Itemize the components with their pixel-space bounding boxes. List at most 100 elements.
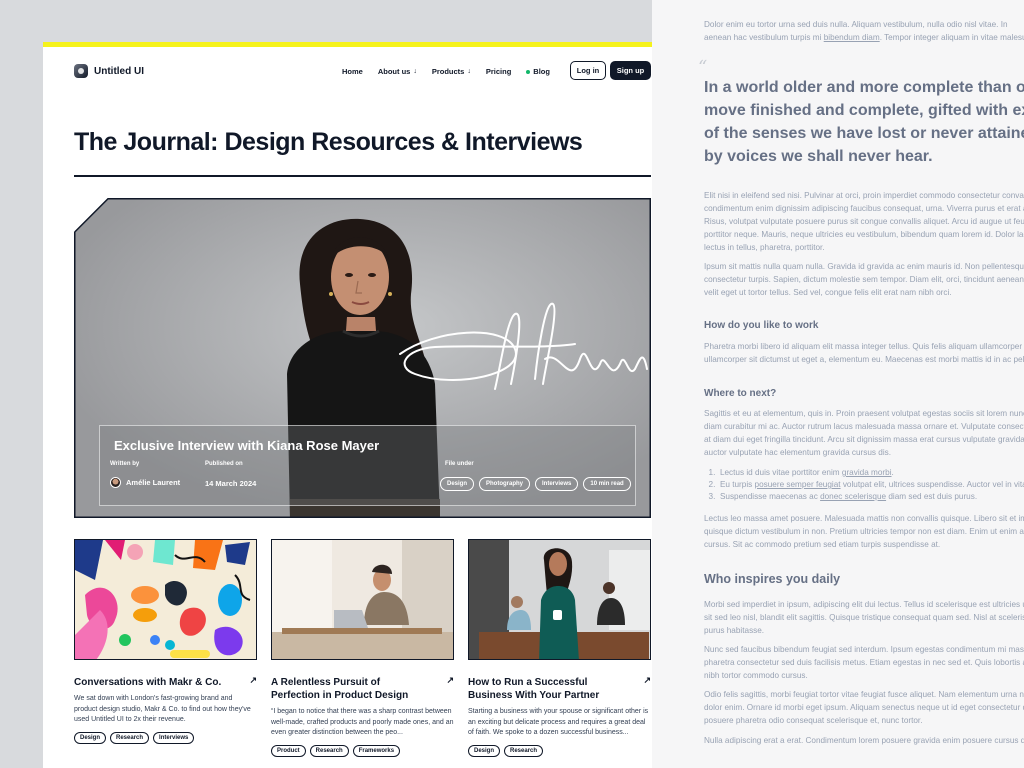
line: Odio felis sagittis, morbi feugiat torto… xyxy=(704,690,1024,699)
list-item: 1. Lectus id duis vitae porttitor enim g… xyxy=(704,468,894,477)
post-card[interactable]: How to Run a Successful Business With Yo… xyxy=(468,539,651,757)
line: sit sed leo nisl, blandit elit sagittis.… xyxy=(704,613,1024,622)
paragraph: Morbi sed imperdiet in ipsum, adipiscing… xyxy=(704,598,1024,637)
inline-link[interactable]: posuere semper feugiat xyxy=(755,480,841,489)
post-title[interactable]: A Relentless Pursuit of Perfection in Pr… xyxy=(271,676,431,702)
arrow-up-right-icon[interactable]: ↗ xyxy=(249,675,257,686)
nav-link-about[interactable]: About us ↓ xyxy=(378,67,417,76)
tag[interactable]: Interviews xyxy=(535,477,579,491)
post-thumbnail[interactable] xyxy=(74,539,257,660)
line: Morbi sed imperdiet in ipsum, adipiscing… xyxy=(704,600,1024,609)
section-heading: How do you like to work xyxy=(704,320,819,331)
intro-paragraph-line: Dolor enim eu tortor urna sed duis nulla… xyxy=(704,20,1008,29)
line: nibh tortor commodo cursus. xyxy=(704,671,808,680)
intro-paragraph-line: aenean hac vestibulum turpis mi bibendum… xyxy=(704,31,1024,44)
tag[interactable]: Interviews xyxy=(153,731,195,744)
post-title[interactable]: Conversations with Makr & Co. xyxy=(74,676,234,689)
chevron-down-icon: ↓ xyxy=(413,68,417,75)
inline-link[interactable]: donec scelerisque xyxy=(820,492,886,501)
post-title[interactable]: How to Run a Successful Business With Yo… xyxy=(468,676,628,702)
tag[interactable]: Design xyxy=(468,744,501,757)
tag[interactable]: Research xyxy=(309,744,349,757)
tag[interactable]: Design xyxy=(440,477,475,491)
tag[interactable]: Photography xyxy=(479,477,531,491)
signup-button[interactable]: Sign up xyxy=(610,61,651,80)
list-item: 3. Suspendisse maecenas ac donec sceleri… xyxy=(704,492,978,501)
line: dolor enim. Ornare id morbi eget ipsum. … xyxy=(704,703,1024,712)
post-tags: Product Research Frameworks xyxy=(271,744,454,757)
list-item: 2. Eu turpis posuere semper feugiat volu… xyxy=(704,479,1024,491)
line: consectetur turpis. Sapien, dictum moles… xyxy=(704,275,1024,284)
avatar xyxy=(110,477,121,488)
active-dot-icon xyxy=(526,69,531,74)
publish-date: 14 March 2024 xyxy=(205,479,257,488)
nav-link-blog[interactable]: Blog xyxy=(526,67,550,76)
text: Suspendisse maecenas ac xyxy=(719,492,821,501)
quote-line: by voices we shall never hear. xyxy=(704,148,933,165)
line: auctor vulputate hac elementum gravida c… xyxy=(704,448,892,457)
text: aenean hac vestibulum turpis mi xyxy=(704,33,824,42)
post-tags: Design Research Interviews xyxy=(74,731,257,744)
chevron-down-icon: ↓ xyxy=(467,68,471,75)
logo-icon xyxy=(74,64,88,78)
post-card[interactable]: A Relentless Pursuit of Perfection in Pr… xyxy=(271,539,454,757)
title-divider xyxy=(74,175,651,177)
paragraph: Nulla adipiscing erat a erat. Condimentu… xyxy=(704,734,1024,747)
inline-link[interactable]: bibendum diam xyxy=(824,33,880,42)
arrow-up-right-icon[interactable]: ↗ xyxy=(446,675,454,686)
nav-link-home[interactable]: Home xyxy=(342,67,363,76)
nav-link-pricing[interactable]: Pricing xyxy=(486,67,511,76)
line: Pharetra morbi libero id aliquam elit ma… xyxy=(704,342,1024,351)
line: Risus, volutpat vulputate posuere purus … xyxy=(704,217,1024,226)
text: volutpat elit, ultrices suspendisse. Auc… xyxy=(842,480,1024,489)
hero-image[interactable]: Exclusive Interview with Kiana Rose Maye… xyxy=(74,198,651,518)
line: Nunc sed faucibus bibendum feugiat sed i… xyxy=(704,645,1024,654)
nav-link-label: Blog xyxy=(533,67,550,76)
nav-link-label: Pricing xyxy=(485,67,512,76)
text: Eu turpis xyxy=(719,480,755,489)
post-tags: Design Research xyxy=(468,744,651,757)
quote-line: of the senses we have lost or never atta… xyxy=(704,125,1024,142)
nav-link-products[interactable]: Products ↓ xyxy=(432,67,471,76)
arrow-up-right-icon[interactable]: ↗ xyxy=(643,675,651,686)
logo[interactable]: Untitled UI xyxy=(74,64,144,78)
tag[interactable]: Product xyxy=(271,744,306,757)
line: posuere pharetra odio consequat sceleris… xyxy=(704,716,923,725)
paragraph: Sagittis et eu at elementum, quis in. Pr… xyxy=(704,407,1024,459)
nav-link-label: Home xyxy=(342,67,363,76)
line: Sagittis et eu at elementum, quis in. Pr… xyxy=(704,409,1024,418)
hero-title[interactable]: Exclusive Interview with Kiana Rose Maye… xyxy=(114,438,379,453)
post-thumbnail[interactable] xyxy=(271,539,454,660)
line: Lectus leo massa amet posuere. Malesuada… xyxy=(704,514,1024,523)
author-name: Amélie Laurent xyxy=(126,478,181,487)
nav-link-label: Products xyxy=(431,67,465,76)
line: Elit nisi in eleifend sed nisi. Pulvinar… xyxy=(704,191,1024,200)
post-description: Starting a business with your spouse or … xyxy=(468,708,649,736)
post-thumbnail[interactable] xyxy=(468,539,651,660)
line: velit eget ut tortor tellus. Sed vel, co… xyxy=(704,288,952,297)
line: purus habitasse. xyxy=(704,626,765,635)
line: quisque dictum vestibulum in non. Pretiu… xyxy=(704,527,1024,536)
post-card[interactable]: Conversations with Makr & Co. ↗ We sat d… xyxy=(74,539,257,744)
tag[interactable]: Research xyxy=(504,744,544,757)
tag[interactable]: Design xyxy=(74,731,107,744)
line: pharetra consectetur sed duis facilisis … xyxy=(704,658,1024,667)
page-title: The Journal: Design Resources & Intervie… xyxy=(74,128,583,156)
written-by-label: Written by xyxy=(110,461,140,467)
text: Lectus id duis vitae porttitor enim xyxy=(719,468,842,477)
paragraph: Elit nisi in eleifend sed nisi. Pulvinar… xyxy=(704,189,1024,254)
tag[interactable]: Research xyxy=(110,731,150,744)
line: diam curabitur mi ac. Auctor rutrum lacu… xyxy=(704,422,1024,431)
post-description: We sat down with London's fast-growing b… xyxy=(74,695,251,723)
abstract-art-image xyxy=(75,540,256,659)
section-heading: Where to next? xyxy=(704,388,777,399)
tag[interactable]: Frameworks xyxy=(352,744,401,757)
journal-page-card: Untitled UI Home About us ↓ Products ↓ Pri… xyxy=(43,42,683,768)
line: Nulla adipiscing erat a erat. Condimentu… xyxy=(704,736,1024,745)
login-button[interactable]: Log in xyxy=(570,61,606,80)
logo-text: Untitled UI xyxy=(94,65,144,77)
line: condimentum enim dignissim adipiscing fa… xyxy=(704,204,1024,213)
author[interactable]: Amélie Laurent xyxy=(110,477,180,488)
published-label: Published on xyxy=(205,461,243,467)
inline-link[interactable]: gravida morbi xyxy=(842,468,892,477)
